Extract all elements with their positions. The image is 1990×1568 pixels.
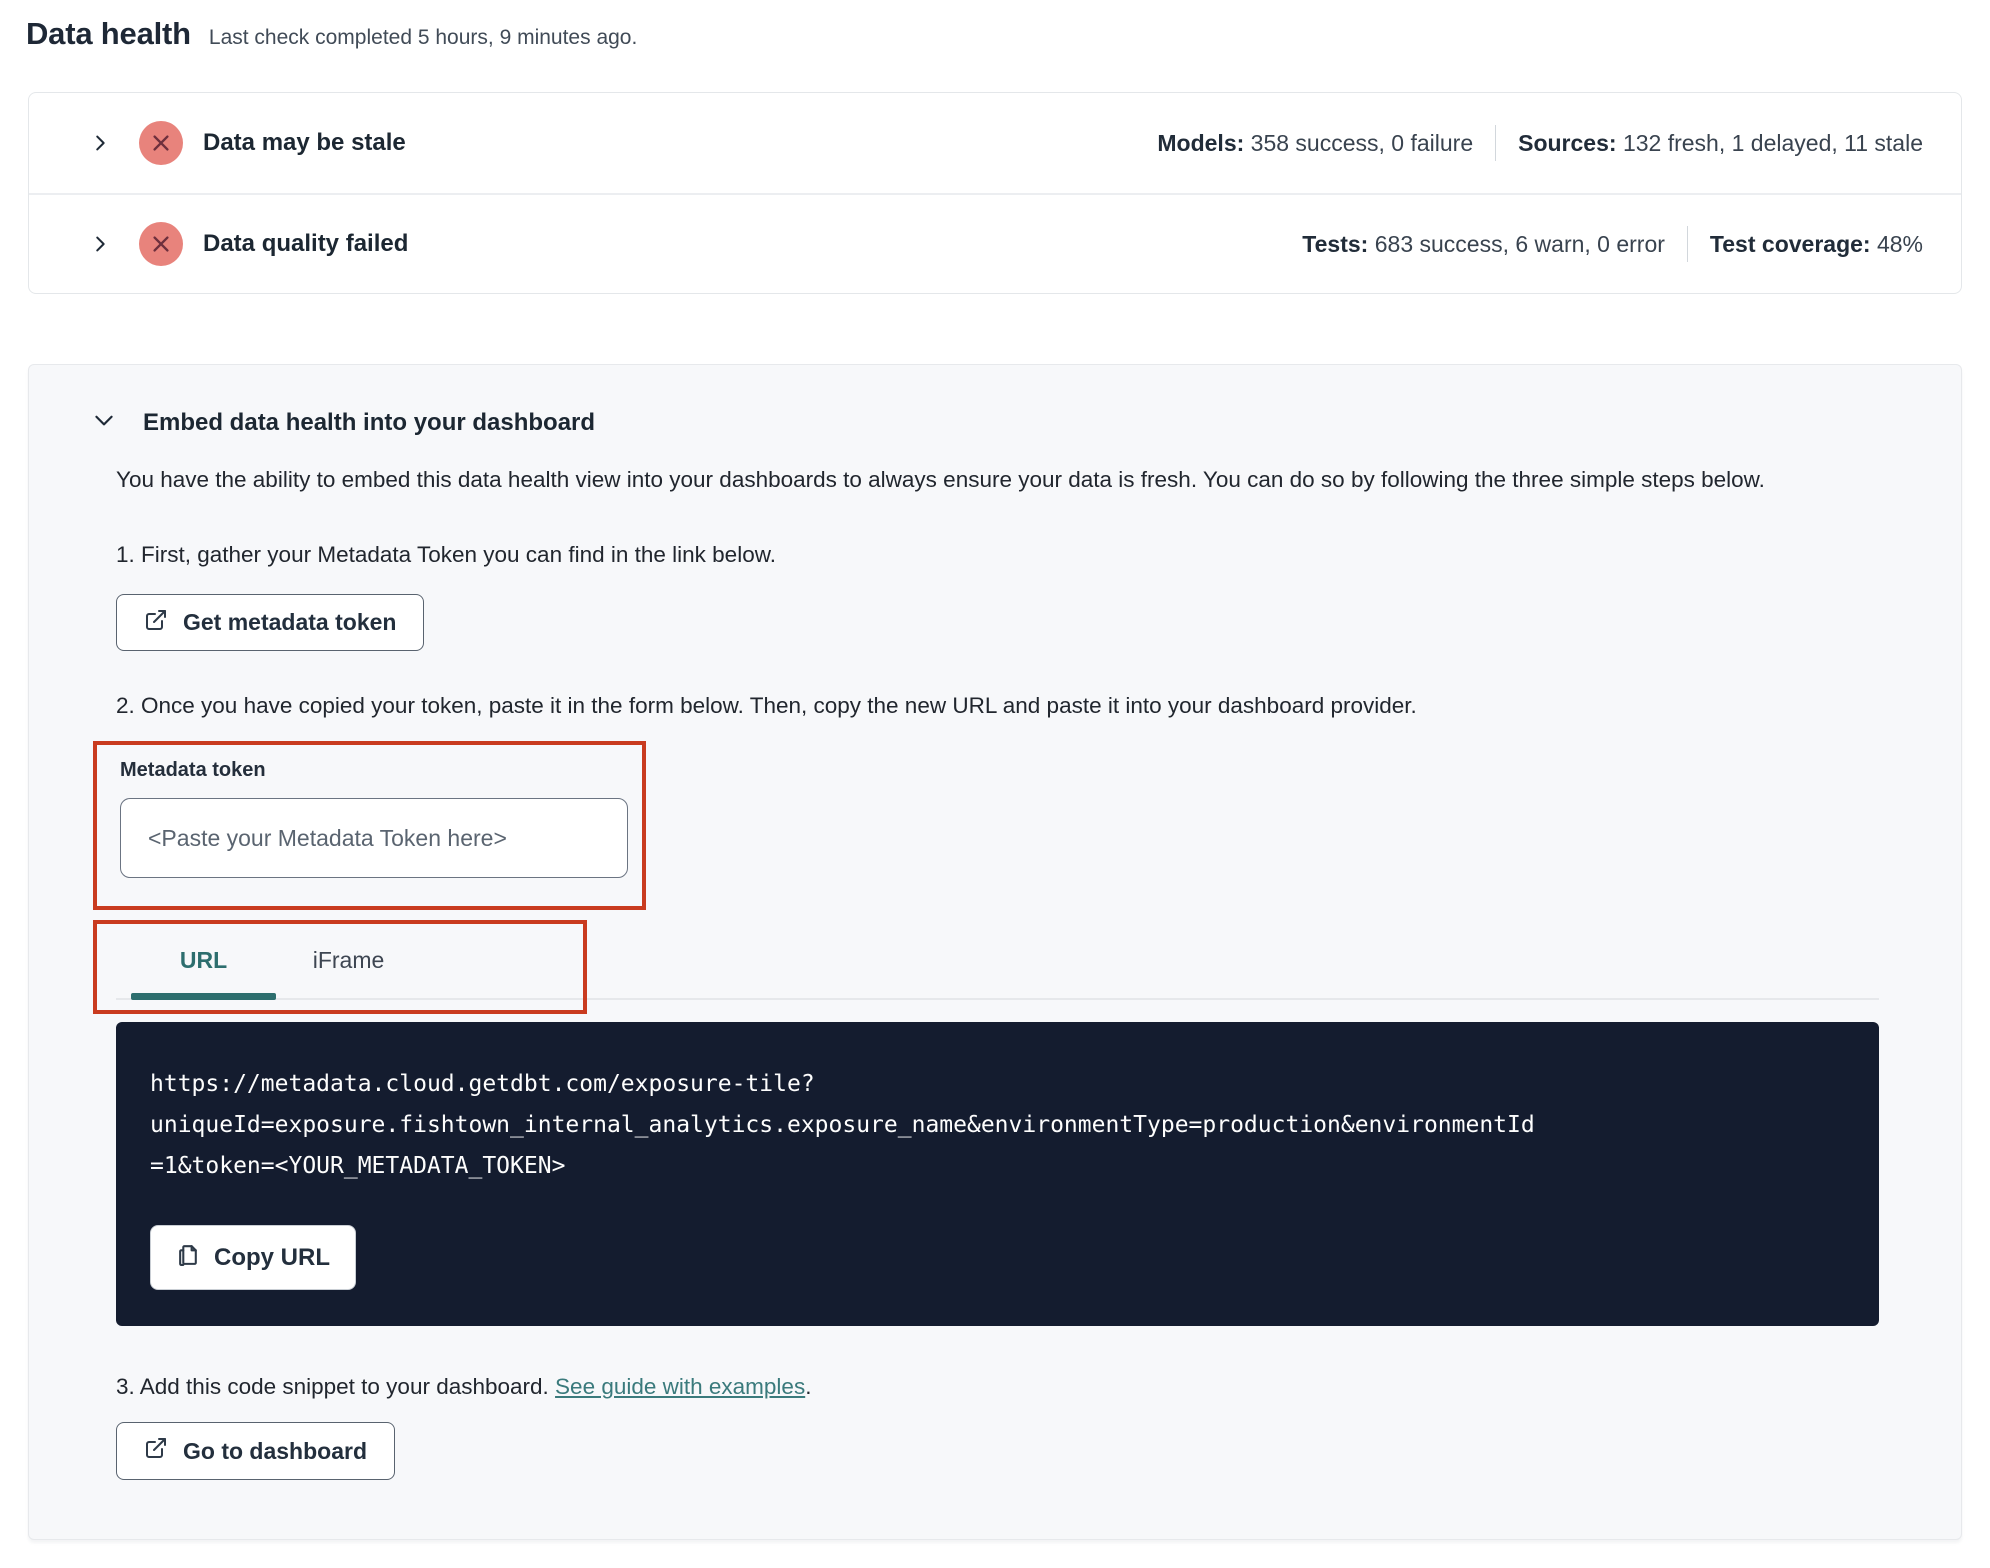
data-health-status-panel: Data may be stale Models: 358 success, 0…	[28, 92, 1962, 294]
status-row-title: Data may be stale	[203, 129, 406, 156]
error-x-circle-icon	[139, 121, 183, 165]
chevron-right-icon[interactable]	[87, 132, 113, 154]
models-stat: Models: 358 success, 0 failure	[1157, 130, 1473, 157]
test-coverage-stat: Test coverage: 48%	[1710, 231, 1923, 258]
embed-url-code-block: https://metadata.cloud.getdbt.com/exposu…	[116, 1022, 1879, 1326]
sources-stat: Sources: 132 fresh, 1 delayed, 11 stale	[1518, 130, 1923, 157]
guide-link[interactable]: See guide with examples	[555, 1374, 805, 1399]
status-row-title: Data quality failed	[203, 230, 409, 257]
step-2-text: 2. Once you have copied your token, past…	[116, 693, 1417, 718]
embed-section-title: Embed data health into your dashboard	[143, 408, 596, 436]
page-header: Data health Last check completed 5 hours…	[0, 0, 1990, 52]
output-format-tabs: URL iFrame	[93, 920, 1879, 1014]
page-title: Data health	[26, 16, 191, 51]
tab-url-label: URL	[179, 946, 228, 973]
code-line: uniqueId=exposure.fishtown_internal_anal…	[150, 1112, 1535, 1138]
metadata-token-input[interactable]	[120, 798, 628, 878]
step-3-text: 3. Add this code snippet to your dashboa…	[116, 1374, 1841, 1400]
annotation-box-token-field: Metadata token	[93, 741, 646, 910]
get-metadata-token-label: Get metadata token	[183, 609, 397, 635]
status-row-stale[interactable]: Data may be stale Models: 358 success, 0…	[29, 93, 1961, 193]
metadata-token-label: Metadata token	[120, 759, 266, 781]
code-line: https://metadata.cloud.getdbt.com/exposu…	[150, 1071, 815, 1097]
tab-url[interactable]: URL	[131, 922, 276, 1000]
test-coverage-stat-label: Test coverage:	[1709, 230, 1871, 257]
tests-stat-label: Tests:	[1302, 230, 1369, 257]
error-x-circle-icon	[139, 222, 183, 266]
last-check-status: Last check completed 5 hours, 9 minutes …	[208, 26, 638, 49]
embed-description: You have the ability to embed this data …	[116, 467, 1765, 492]
status-row-stats: Tests: 683 success, 6 warn, 0 error Test…	[1302, 226, 1923, 262]
step-1-text: 1. First, gather your Metadata Token you…	[116, 542, 776, 567]
embed-url-text: https://metadata.cloud.getdbt.com/exposu…	[150, 1064, 1845, 1187]
sources-stat-value: 132 fresh, 1 delayed, 11 stale	[1622, 129, 1923, 156]
models-stat-value: 358 success, 0 failure	[1250, 129, 1474, 156]
models-stat-label: Models:	[1157, 129, 1245, 156]
embed-section-header-row[interactable]: Embed data health into your dashboard	[29, 407, 1961, 438]
stats-divider	[1686, 226, 1688, 262]
step-3-prefix: 3. Add this code snippet to your dashboa…	[116, 1374, 556, 1399]
embed-section-card: Embed data health into your dashboard Yo…	[28, 364, 1962, 1540]
external-link-icon	[144, 1436, 168, 1466]
stats-divider	[1495, 125, 1497, 161]
go-to-dashboard-button[interactable]: Go to dashboard	[116, 1422, 395, 1480]
status-row-quality[interactable]: Data quality failed Tests: 683 success, …	[29, 193, 1961, 293]
code-line: =1&token=<YOUR_METADATA_TOKEN>	[150, 1153, 566, 1179]
copy-icon	[176, 1242, 201, 1274]
get-metadata-token-button[interactable]: Get metadata token	[116, 594, 425, 651]
go-to-dashboard-label: Go to dashboard	[183, 1437, 367, 1464]
chevron-right-icon[interactable]	[87, 233, 113, 255]
copy-url-label: Copy URL	[214, 1243, 330, 1271]
step-3-suffix: .	[805, 1374, 812, 1399]
sources-stat-label: Sources:	[1518, 129, 1617, 156]
tabs-bar: URL iFrame	[116, 922, 1879, 1000]
tab-iframe[interactable]: iFrame	[276, 922, 421, 998]
chevron-down-icon[interactable]	[91, 407, 117, 438]
tests-stat-value: 683 success, 6 warn, 0 error	[1374, 230, 1665, 257]
test-coverage-stat-value: 48%	[1876, 230, 1923, 257]
copy-url-button[interactable]: Copy URL	[150, 1225, 356, 1290]
status-row-stats: Models: 358 success, 0 failure Sources: …	[1157, 125, 1923, 161]
tests-stat: Tests: 683 success, 6 warn, 0 error	[1302, 231, 1665, 258]
external-link-icon	[144, 608, 168, 638]
tab-iframe-label: iFrame	[312, 946, 385, 973]
